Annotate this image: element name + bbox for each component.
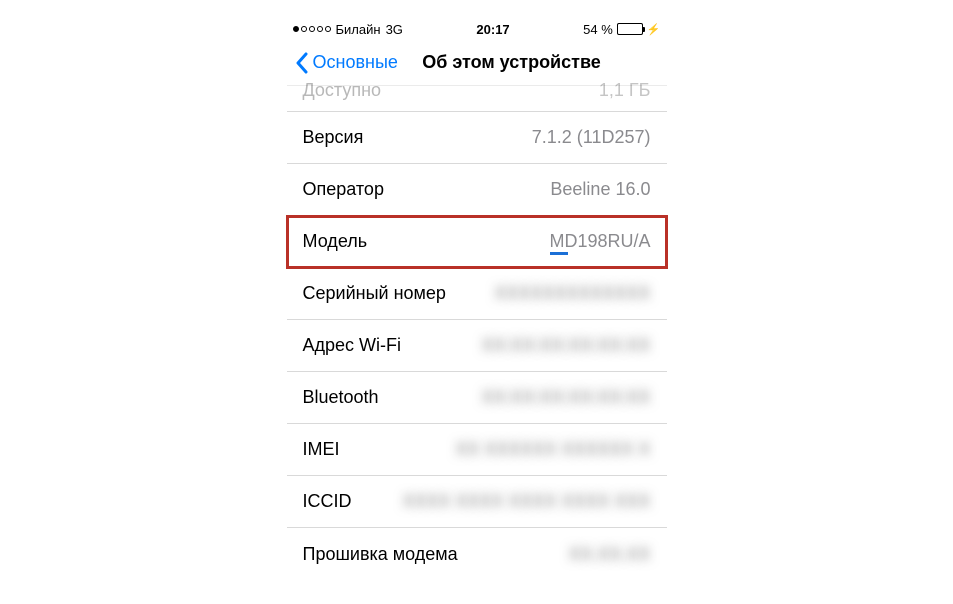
navigation-bar: Основные Об этом устройстве	[287, 40, 667, 86]
row-label: Модель	[303, 231, 368, 252]
settings-list[interactable]: Версия 7.1.2 (11D257) Оператор Beeline 1…	[287, 111, 667, 580]
back-button-label: Основные	[313, 52, 398, 73]
row-version[interactable]: Версия 7.1.2 (11D257)	[287, 112, 667, 164]
signal-strength-icon	[293, 26, 331, 32]
row-bluetooth[interactable]: Bluetooth XX:XX:XX:XX:XX:XX	[287, 372, 667, 424]
battery-icon	[617, 23, 643, 35]
status-right: 54 % ⚡	[583, 22, 660, 37]
charging-icon: ⚡	[647, 23, 661, 36]
device-screen: Билайн 3G 20:17 54 % ⚡ Основные Об этом …	[287, 18, 667, 580]
row-label: Версия	[303, 127, 364, 148]
row-serial-number[interactable]: Серийный номер XXXXXXXXXXXXX	[287, 268, 667, 320]
row-value: MD198RU/A	[549, 231, 650, 252]
row-modem-firmware[interactable]: Прошивка модема XX.XX.XX	[287, 528, 667, 580]
clock: 20:17	[476, 22, 509, 37]
row-carrier[interactable]: Оператор Beeline 16.0	[287, 164, 667, 216]
row-value: XX:XX:XX:XX:XX:XX	[481, 387, 650, 408]
row-value: XX XXXXXX XXXXXX X	[455, 439, 650, 460]
highlight-underline	[550, 252, 568, 255]
row-label: Адрес Wi-Fi	[303, 335, 402, 356]
row-imei[interactable]: IMEI XX XXXXXX XXXXXX X	[287, 424, 667, 476]
back-button[interactable]: Основные	[295, 52, 398, 74]
row-label: ICCID	[303, 491, 352, 512]
row-iccid[interactable]: ICCID XXXX XXXX XXXX XXXX XXX	[287, 476, 667, 528]
row-label: Серийный номер	[303, 283, 446, 304]
battery-percent-label: 54 %	[583, 22, 613, 37]
row-value: Beeline 16.0	[550, 179, 650, 200]
chevron-left-icon	[295, 52, 309, 74]
row-label: Оператор	[303, 179, 384, 200]
status-bar: Билайн 3G 20:17 54 % ⚡	[287, 18, 667, 40]
row-value: XX:XX:XX:XX:XX:XX	[481, 335, 650, 356]
row-label: Прошивка модема	[303, 544, 458, 565]
row-label: Bluetooth	[303, 387, 379, 408]
row-value: XXXXXXXXXXXXX	[494, 283, 650, 304]
row-value: XX.XX.XX	[568, 544, 650, 565]
row-value: 7.1.2 (11D257)	[532, 127, 651, 148]
row-label: IMEI	[303, 439, 340, 460]
carrier-label: Билайн	[336, 22, 381, 37]
status-left: Билайн 3G	[293, 22, 403, 37]
row-model[interactable]: Модель MD198RU/A	[287, 216, 667, 268]
row-wifi-address[interactable]: Адрес Wi-Fi XX:XX:XX:XX:XX:XX	[287, 320, 667, 372]
row-value: XXXX XXXX XXXX XXXX XXX	[402, 491, 650, 512]
network-type-label: 3G	[386, 22, 403, 37]
